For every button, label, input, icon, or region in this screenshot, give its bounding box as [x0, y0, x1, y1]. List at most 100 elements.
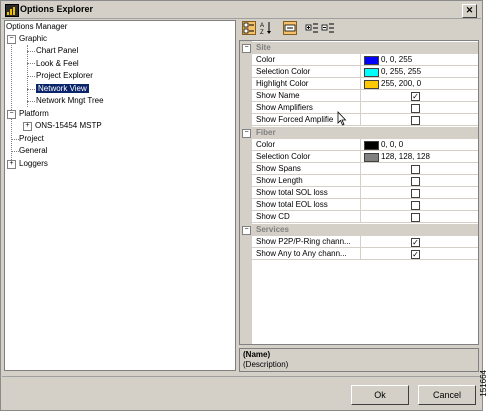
- options-tree[interactable]: Options Manager − Graphic Chart Panel Lo…: [4, 20, 236, 371]
- collapse-site-icon[interactable]: −: [242, 44, 251, 53]
- property-row[interactable]: Color 0, 0, 0: [240, 139, 478, 151]
- property-value: ✓: [360, 236, 478, 248]
- tree-item-chart-panel[interactable]: Chart Panel: [36, 45, 78, 57]
- property-name: Highlight Color: [256, 79, 309, 88]
- close-button[interactable]: ✕: [462, 4, 477, 18]
- tree-item-general[interactable]: General: [19, 145, 47, 157]
- tree-item-network-view-label: Network View: [36, 84, 89, 93]
- ok-button[interactable]: Ok: [351, 385, 409, 405]
- show-description-icon[interactable]: [283, 21, 297, 35]
- category-services-label: Services: [256, 225, 289, 234]
- tree-root[interactable]: Options Manager: [6, 21, 67, 33]
- property-row[interactable]: Color 0, 0, 255: [240, 54, 478, 66]
- collapse-services-icon[interactable]: −: [242, 226, 251, 235]
- property-sheet: − Site Color 0, 0, 255 Selection Color 0…: [239, 40, 479, 345]
- property-row[interactable]: Show Name ✓: [240, 90, 478, 102]
- options-explorer-window: Options Explorer ✕ Options Manager − Gra…: [0, 0, 483, 411]
- color-swatch: [364, 56, 379, 65]
- property-name: Show Length: [256, 176, 303, 185]
- property-name: Show P2P/P-Ring chann...: [256, 237, 351, 246]
- property-value[interactable]: 255, 200, 0: [360, 78, 478, 90]
- tree-item-look-feel[interactable]: Look & Feel: [36, 58, 79, 70]
- property-name: Color: [256, 140, 276, 149]
- property-panel: AZ − Site Color 0, 0, 255 Selection Colo…: [239, 20, 479, 372]
- property-row[interactable]: Selection Color 0, 255, 255: [240, 66, 478, 78]
- show-forced-amplifiers-checkbox[interactable]: [411, 116, 420, 125]
- property-row[interactable]: Highlight Color 255, 200, 0: [240, 78, 478, 90]
- expand-ons-icon[interactable]: +: [23, 122, 32, 131]
- show-cd-checkbox[interactable]: [411, 213, 420, 222]
- property-name: Show Name: [256, 91, 300, 100]
- property-row[interactable]: Show Amplifiers: [240, 102, 478, 114]
- description-name: (Name): [243, 350, 271, 359]
- svg-text:A: A: [260, 23, 264, 29]
- color-swatch: [364, 80, 379, 89]
- svg-text:Z: Z: [260, 30, 264, 35]
- category-fiber[interactable]: − Fiber: [240, 127, 478, 139]
- property-row[interactable]: Show P2P/P-Ring chann... ✓: [240, 236, 478, 248]
- property-name: Show Any to Any chann...: [256, 249, 347, 258]
- category-site[interactable]: − Site: [240, 42, 478, 54]
- tree-item-platform[interactable]: Platform: [19, 108, 49, 120]
- property-value: [360, 102, 478, 114]
- show-spans-checkbox[interactable]: [411, 165, 420, 174]
- show-any-to-any-checkbox[interactable]: ✓: [411, 250, 420, 259]
- tree-item-ons-15454[interactable]: ONS-15454 MSTP: [35, 120, 102, 132]
- mouse-pointer-icon: [337, 110, 347, 128]
- property-value: [360, 211, 478, 223]
- property-row[interactable]: Show Length: [240, 175, 478, 187]
- tree-item-network-mngt-tree[interactable]: Network Mngt Tree: [36, 95, 104, 107]
- category-services[interactable]: − Services: [240, 224, 478, 236]
- property-row[interactable]: Show Spans: [240, 163, 478, 175]
- show-total-sol-loss-checkbox[interactable]: [411, 189, 420, 198]
- property-row[interactable]: Show total EOL loss: [240, 199, 478, 211]
- category-fiber-label: Fiber: [256, 128, 276, 137]
- collapse-fiber-icon[interactable]: −: [242, 129, 251, 138]
- property-value: [360, 114, 478, 126]
- property-value: [360, 175, 478, 187]
- sort-alphabetical-icon[interactable]: AZ: [259, 21, 273, 36]
- property-value[interactable]: 0, 0, 255: [360, 54, 478, 66]
- property-row[interactable]: Selection Color 128, 128, 128: [240, 151, 478, 163]
- collapse-graphic-icon[interactable]: −: [7, 35, 16, 44]
- figure-id: 151664: [479, 370, 488, 397]
- property-name: Show Spans: [256, 164, 301, 173]
- show-amplifiers-checkbox[interactable]: [411, 104, 420, 113]
- property-value: ✓: [360, 90, 478, 102]
- expand-loggers-icon[interactable]: +: [7, 160, 16, 169]
- tree-item-graphic[interactable]: Graphic: [19, 33, 47, 45]
- color-swatch: [364, 153, 379, 162]
- categorized-view-icon[interactable]: [242, 21, 256, 35]
- property-value[interactable]: 0, 255, 255: [360, 66, 478, 78]
- collapse-platform-icon[interactable]: −: [7, 110, 16, 119]
- property-value: [360, 199, 478, 211]
- show-length-checkbox[interactable]: [411, 177, 420, 186]
- tree-item-loggers[interactable]: Loggers: [19, 158, 48, 170]
- show-total-eol-loss-checkbox[interactable]: [411, 201, 420, 210]
- description-text: (Description): [243, 360, 289, 369]
- category-site-label: Site: [256, 43, 271, 52]
- property-value: ✓: [360, 248, 478, 260]
- property-row[interactable]: Show Forced Amplifie: [240, 114, 478, 126]
- cancel-button[interactable]: Cancel: [418, 385, 476, 405]
- property-name: Show CD: [256, 212, 290, 221]
- property-name: Show total SOL loss: [256, 188, 328, 197]
- tree-item-project[interactable]: Project: [19, 133, 44, 145]
- property-row[interactable]: Show Any to Any chann... ✓: [240, 248, 478, 260]
- property-value[interactable]: 0, 0, 0: [360, 139, 478, 151]
- show-p2p-checkbox[interactable]: ✓: [411, 238, 420, 247]
- property-value: [360, 187, 478, 199]
- property-value[interactable]: 128, 128, 128: [360, 151, 478, 163]
- property-toolbar: AZ: [239, 20, 479, 38]
- property-name: Selection Color: [256, 67, 311, 76]
- show-name-checkbox[interactable]: ✓: [411, 92, 420, 101]
- property-row[interactable]: Show CD: [240, 211, 478, 223]
- title-bar[interactable]: Options Explorer ✕: [2, 2, 481, 19]
- tree-item-project-explorer[interactable]: Project Explorer: [36, 70, 93, 82]
- tree-item-network-view[interactable]: Network View: [36, 83, 89, 95]
- property-name: Color: [256, 55, 276, 64]
- property-row[interactable]: Show total SOL loss: [240, 187, 478, 199]
- expand-all-icon[interactable]: [305, 21, 319, 35]
- property-value: [360, 163, 478, 175]
- collapse-all-icon[interactable]: [321, 21, 335, 35]
